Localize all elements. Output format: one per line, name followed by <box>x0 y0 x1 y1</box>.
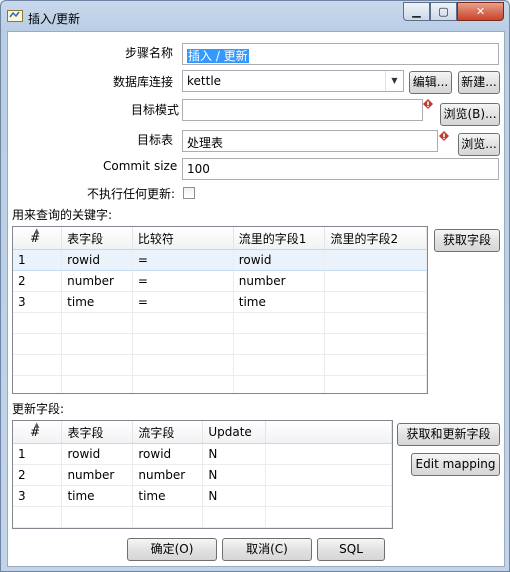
cancel-button[interactable]: 取消(C) <box>222 538 312 561</box>
cell[interactable]: time <box>61 291 133 313</box>
edit-connection-button[interactable]: 编辑... <box>409 71 452 94</box>
target-table-input[interactable]: 处理表 <box>182 130 438 152</box>
cell: 2 <box>13 464 63 486</box>
close-button[interactable]: ✕ <box>457 2 504 21</box>
target-schema-label: 目标模式 <box>131 103 180 117</box>
chevron-down-icon[interactable]: ▼ <box>385 71 403 91</box>
db-conn-select[interactable]: kettle ▼ <box>182 70 404 92</box>
cell[interactable]: rowid <box>61 249 133 271</box>
sql-button[interactable]: SQL <box>317 538 385 561</box>
cell[interactable]: = <box>132 291 234 313</box>
title-bar[interactable]: 插入/更新 ▁ ▢ ✕ <box>1 1 509 31</box>
new-connection-button[interactable]: 新建... <box>458 71 500 94</box>
step-name-input[interactable]: 插入 / 更新 <box>182 43 499 65</box>
update-table[interactable]: ▲ # 表字段 流字段 Update 1 rowid rowid N 2 num… <box>12 420 393 529</box>
get-fields-button[interactable]: 获取字段 <box>434 229 500 252</box>
empty-row <box>13 312 427 334</box>
cell: 3 <box>13 291 63 313</box>
browse-table-button[interactable]: 浏览... <box>458 133 500 156</box>
sort-up-icon: ▲ <box>34 421 40 429</box>
variable-icon <box>439 131 449 141</box>
commit-size-input[interactable]: 100 <box>182 158 499 180</box>
step-name-value: 插入 / 更新 <box>187 49 249 63</box>
empty-row <box>13 375 427 393</box>
cell[interactable]: N <box>202 464 267 486</box>
cell[interactable]: = <box>132 249 234 271</box>
variable-icon <box>423 99 433 109</box>
cell[interactable]: number <box>132 464 204 486</box>
target-schema-input[interactable] <box>182 99 423 121</box>
table-row[interactable]: 1 rowid rowid N <box>13 443 392 465</box>
edit-mapping-button[interactable]: Edit mapping <box>411 453 500 476</box>
keys-col-table-field[interactable]: 表字段 <box>61 227 133 250</box>
table-row[interactable]: 3 time = time <box>13 291 427 313</box>
cell[interactable]: time <box>233 291 326 313</box>
db-conn-label: 数据库连接 <box>113 75 174 89</box>
update-col-stream-field[interactable]: 流字段 <box>132 421 204 444</box>
cell <box>265 485 392 507</box>
cell[interactable]: rowid <box>132 443 204 465</box>
cell[interactable] <box>324 270 427 292</box>
maximize-button[interactable]: ▢ <box>430 2 457 21</box>
cell[interactable] <box>324 249 427 271</box>
cell <box>265 464 392 486</box>
update-col-update[interactable]: Update <box>202 421 267 444</box>
sort-up-icon: ▲ <box>34 227 40 235</box>
cell: 1 <box>13 443 63 465</box>
keys-col-comparator[interactable]: 比较符 <box>132 227 234 250</box>
keys-col-index[interactable]: ▲ # <box>13 227 63 250</box>
keys-col-stream-field2[interactable]: 流里的字段2 <box>324 227 427 250</box>
update-section-label: 更新字段: <box>12 402 65 416</box>
empty-row <box>13 506 392 528</box>
cell[interactable]: N <box>202 443 267 465</box>
cell[interactable]: number <box>233 270 326 292</box>
cell[interactable]: time <box>132 485 204 507</box>
table-row[interactable]: 1 rowid = rowid <box>13 249 427 271</box>
cell[interactable]: = <box>132 270 234 292</box>
app-icon <box>7 10 23 22</box>
cell: 1 <box>13 249 63 271</box>
no-update-label: 不执行任何更新: <box>87 187 176 201</box>
minimize-button[interactable]: ▁ <box>403 2 430 21</box>
get-update-fields-button[interactable]: 获取和更新字段 <box>397 423 500 446</box>
commit-size-label: Commit size <box>103 159 178 173</box>
window-title: 插入/更新 <box>28 12 81 26</box>
table-row[interactable]: 3 time time N <box>13 485 392 507</box>
browse-schema-button[interactable]: 浏览(B)... <box>440 103 500 126</box>
keys-section-label: 用来查询的关键字: <box>12 208 113 222</box>
no-update-checkbox[interactable] <box>183 187 195 199</box>
update-col-filler <box>265 421 392 444</box>
ok-button[interactable]: 确定(O) <box>127 538 217 561</box>
cell[interactable]: rowid <box>233 249 326 271</box>
empty-row <box>13 354 427 376</box>
table-row[interactable]: 2 number = number <box>13 270 427 292</box>
target-table-label: 目标表 <box>137 133 174 147</box>
keys-header-row: ▲ # 表字段 比较符 流里的字段1 流里的字段2 <box>13 227 427 250</box>
cell[interactable]: number <box>61 464 134 486</box>
cell[interactable]: N <box>202 485 267 507</box>
dialog-body: 步骤名称 插入 / 更新 数据库连接 kettle ▼ 编辑... 新建... … <box>7 31 505 567</box>
cell: 2 <box>13 270 63 292</box>
update-col-table-field[interactable]: 表字段 <box>61 421 134 444</box>
cell[interactable]: rowid <box>61 443 134 465</box>
cell: 3 <box>13 485 63 507</box>
keys-col-stream-field1[interactable]: 流里的字段1 <box>233 227 326 250</box>
cell[interactable]: number <box>61 270 133 292</box>
cell[interactable]: time <box>61 485 134 507</box>
update-col-index[interactable]: ▲ # <box>13 421 63 444</box>
table-row[interactable]: 2 number number N <box>13 464 392 486</box>
empty-row <box>13 333 427 355</box>
update-header-row: ▲ # 表字段 流字段 Update <box>13 421 392 444</box>
keys-table[interactable]: ▲ # 表字段 比较符 流里的字段1 流里的字段2 1 rowid = rowid <box>12 226 428 394</box>
step-name-label: 步骤名称 <box>125 46 174 60</box>
db-conn-value: kettle <box>187 74 222 88</box>
dialog-window: 插入/更新 ▁ ▢ ✕ 步骤名称 插入 / 更新 数据库连接 kettle ▼ … <box>0 0 510 572</box>
cell[interactable] <box>324 291 427 313</box>
cell <box>265 443 392 465</box>
